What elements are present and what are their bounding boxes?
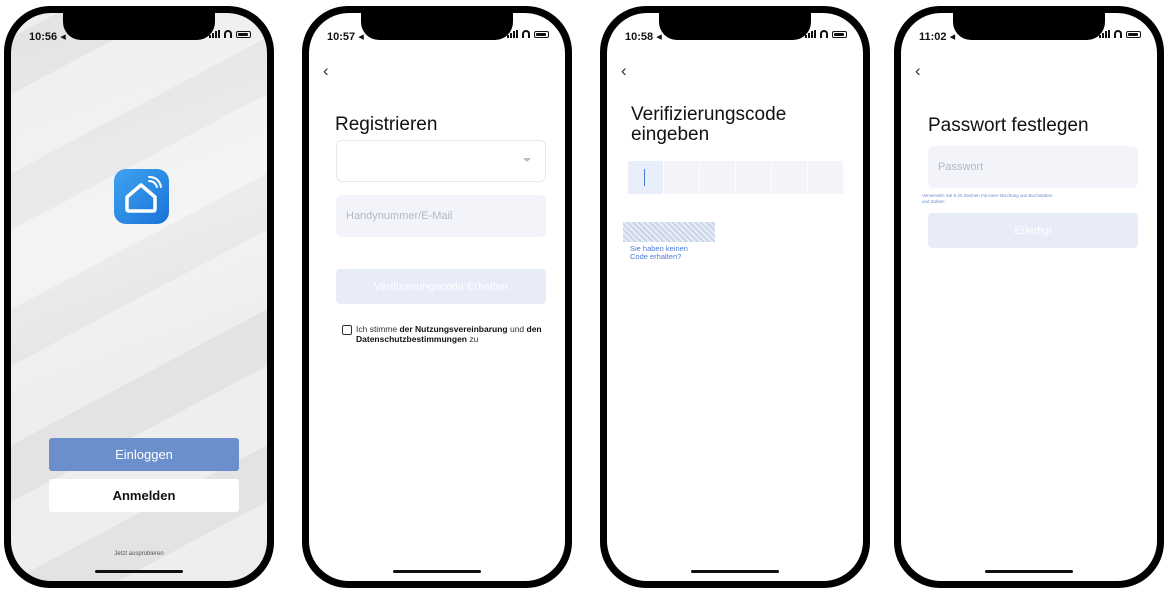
country-select[interactable] bbox=[336, 140, 546, 182]
screen-welcome: 10:56 ◂ Einloggen Anmelden Jetzt ausprob… bbox=[11, 13, 267, 581]
status-icons bbox=[1099, 30, 1141, 38]
code-digit-3[interactable] bbox=[700, 161, 735, 194]
signal-icon bbox=[209, 30, 220, 38]
battery-icon bbox=[236, 30, 251, 38]
register-button[interactable]: Anmelden bbox=[49, 479, 239, 512]
signal-icon bbox=[1099, 30, 1110, 38]
consent-text: Ich stimme der Nutzungsvereinbarung und … bbox=[356, 324, 557, 344]
notch bbox=[63, 13, 215, 40]
try-it-link[interactable]: Jetzt ausprobieren bbox=[11, 551, 267, 557]
screen-verification: 10:58 ◂ ‹ Verifizierungscode eingeben Si… bbox=[607, 13, 863, 581]
captcha-pattern[interactable] bbox=[623, 222, 715, 242]
back-chevron-icon[interactable]: ‹ bbox=[915, 61, 921, 81]
status-icons bbox=[805, 30, 847, 38]
status-icons bbox=[507, 30, 549, 38]
wifi-icon bbox=[521, 30, 531, 38]
status-icons bbox=[209, 30, 251, 38]
signal-icon bbox=[805, 30, 816, 38]
status-time: 10:58 ◂ bbox=[625, 31, 662, 43]
get-code-button[interactable]: Verifizierungscode Erhalten bbox=[336, 269, 546, 304]
title-line-2: eingeben bbox=[631, 124, 710, 145]
password-input[interactable] bbox=[928, 146, 1138, 188]
password-hint-line-2: und Zahlen bbox=[922, 199, 945, 204]
page-title: Verifizierungscode eingeben bbox=[631, 105, 786, 145]
signal-icon bbox=[507, 30, 518, 38]
code-digit-6[interactable] bbox=[808, 161, 843, 194]
status-time: 11:02 ◂ bbox=[919, 31, 956, 43]
status-time: 10:56 ◂ bbox=[29, 31, 66, 43]
notch bbox=[361, 13, 513, 40]
done-button[interactable]: Erledigt bbox=[928, 213, 1138, 248]
battery-icon bbox=[534, 30, 549, 38]
smart-home-app-icon bbox=[114, 169, 169, 224]
terms-link[interactable]: der Nutzungsvereinbarung bbox=[399, 324, 507, 334]
house-wifi-icon bbox=[125, 176, 162, 213]
code-digit-5[interactable] bbox=[772, 161, 807, 194]
back-chevron-icon[interactable]: ‹ bbox=[621, 61, 627, 81]
code-digit-1[interactable] bbox=[628, 161, 663, 194]
consent-middle: und bbox=[507, 324, 527, 334]
consent-prefix: Ich stimme bbox=[356, 324, 400, 334]
title-line-1: Verifizierungscode bbox=[631, 104, 787, 125]
page-title: Registrieren bbox=[335, 114, 438, 135]
code-digit-2[interactable] bbox=[664, 161, 699, 194]
phone-login: 10:56 ◂ Einloggen Anmelden Jetzt ausprob… bbox=[4, 6, 274, 588]
phone-verification: 10:58 ◂ ‹ Verifizierungscode eingeben Si… bbox=[600, 6, 870, 588]
code-digit-4[interactable] bbox=[736, 161, 771, 194]
resend-line-2: Code erhalten? bbox=[630, 252, 682, 261]
notch bbox=[659, 13, 811, 40]
checkbox-icon[interactable] bbox=[342, 325, 352, 335]
screen-register: 10:57 ◂ ‹ Registrieren Verifizierungscod… bbox=[309, 13, 565, 581]
home-indicator bbox=[393, 570, 481, 573]
login-button[interactable]: Einloggen bbox=[49, 438, 239, 471]
screen-set-password: 11:02 ◂ ‹ Passwort festlegen Verwenden S… bbox=[901, 13, 1157, 581]
battery-icon bbox=[832, 30, 847, 38]
screenshot-canvas: 10:56 ◂ Einloggen Anmelden Jetzt ausprob… bbox=[0, 0, 1168, 592]
wifi-icon bbox=[1113, 30, 1123, 38]
wifi-icon bbox=[223, 30, 233, 38]
battery-icon bbox=[1126, 30, 1141, 38]
code-input-row bbox=[628, 161, 843, 194]
page-title: Passwort festlegen bbox=[928, 115, 1089, 136]
dropdown-chevron-icon bbox=[523, 158, 531, 162]
consent-suffix: zu bbox=[467, 334, 479, 344]
phone-register: 10:57 ◂ ‹ Registrieren Verifizierungscod… bbox=[302, 6, 572, 588]
home-indicator bbox=[691, 570, 779, 573]
home-indicator bbox=[985, 570, 1073, 573]
back-chevron-icon[interactable]: ‹ bbox=[323, 61, 329, 81]
notch bbox=[953, 13, 1105, 40]
phone-set-password: 11:02 ◂ ‹ Passwort festlegen Verwenden S… bbox=[894, 6, 1164, 588]
password-hint: Verwenden Sie 6-20 Zeichen mit einer Mis… bbox=[922, 193, 1142, 205]
status-time: 10:57 ◂ bbox=[327, 31, 364, 43]
home-indicator bbox=[95, 570, 183, 573]
consent-row: Ich stimme der Nutzungsvereinbarung und … bbox=[342, 324, 557, 344]
wifi-icon bbox=[819, 30, 829, 38]
resend-code-link[interactable]: Sie haben keinen Code erhalten? bbox=[630, 245, 710, 261]
contact-input[interactable] bbox=[336, 195, 546, 237]
